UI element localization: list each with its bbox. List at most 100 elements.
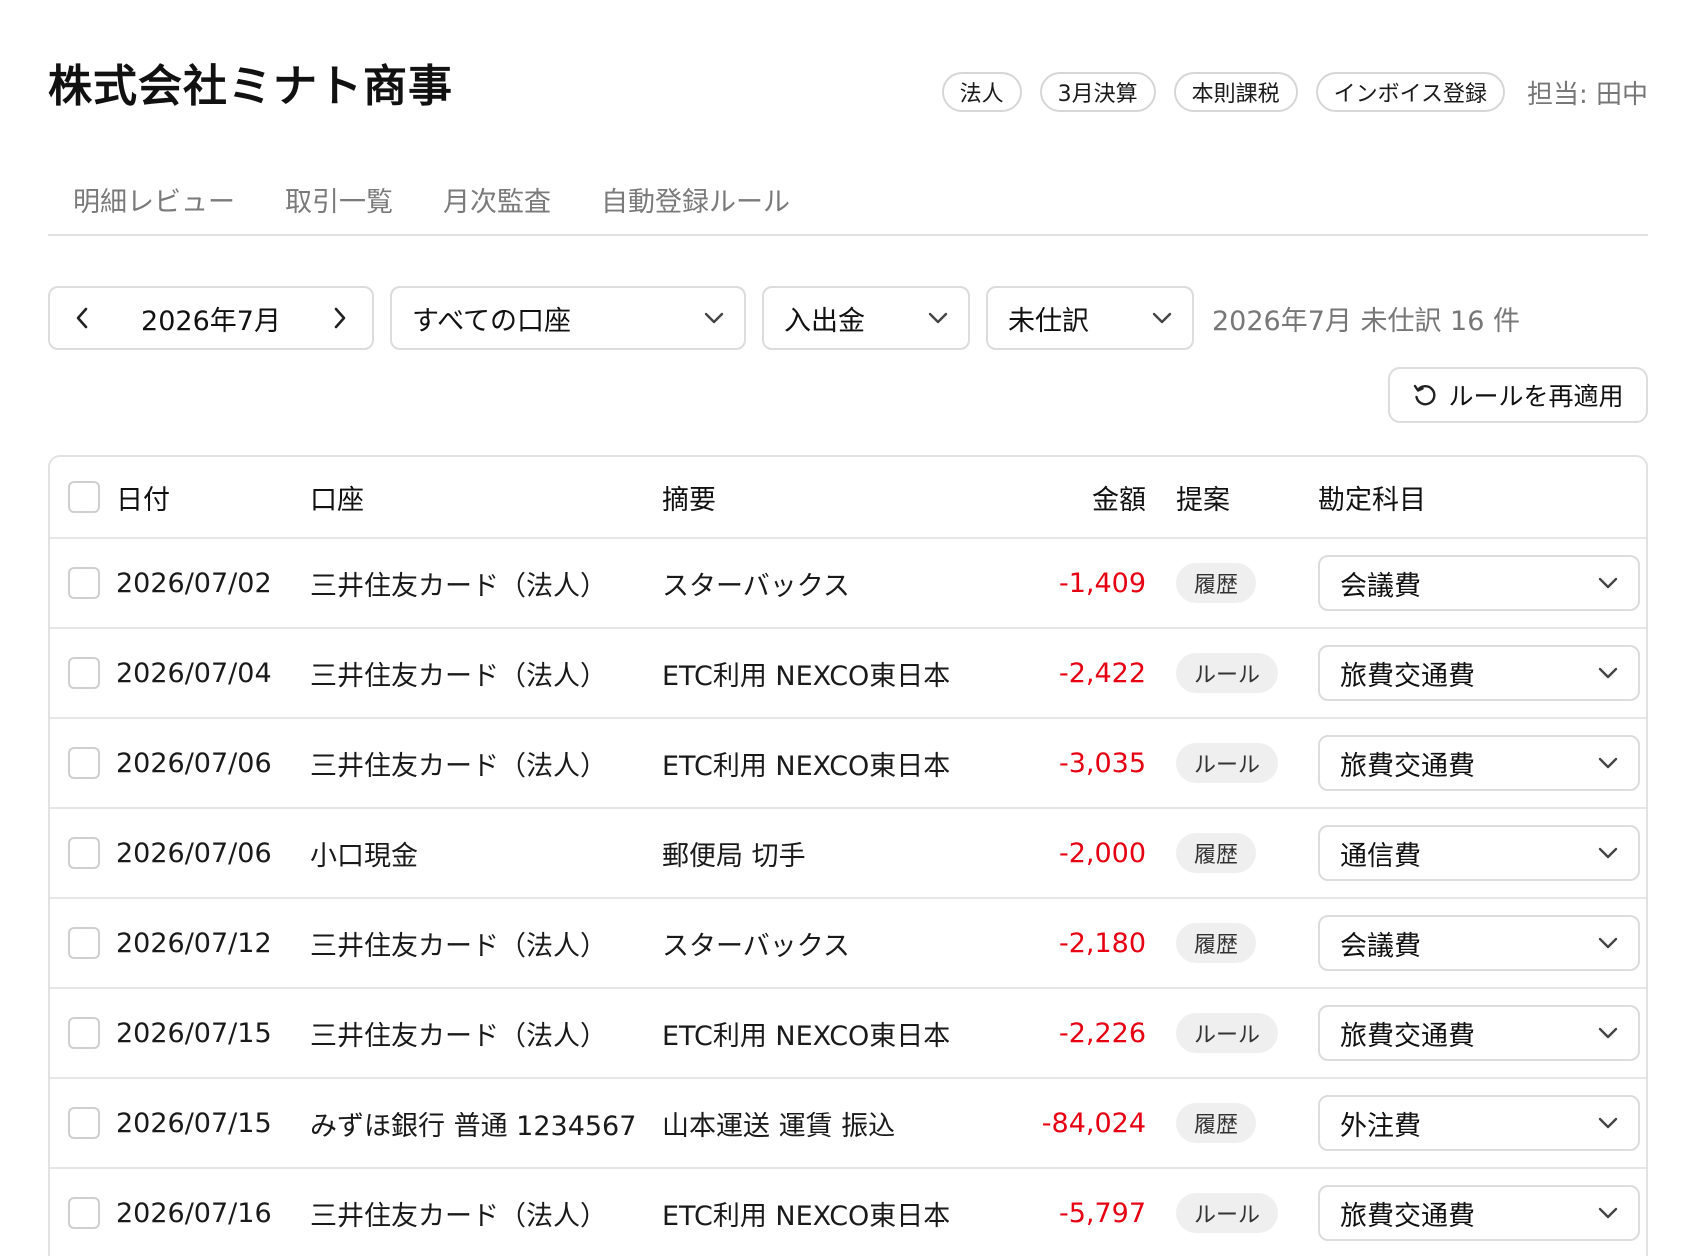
tab-statement-review[interactable]: 明細レビュー xyxy=(48,168,260,234)
row-date: 2026/07/04 xyxy=(116,657,272,689)
row-date: 2026/07/15 xyxy=(116,1017,272,1049)
row-checkbox[interactable] xyxy=(68,837,100,869)
category-select[interactable]: 旅費交通費 xyxy=(1318,735,1640,791)
tag-tax-method: 本則課税 xyxy=(1173,72,1298,112)
table-row: 2026/07/15 三井住友カード（法人） ETC利用 NEXCO東日本 -2… xyxy=(50,989,1646,1079)
row-description: ETC利用 NEXCO東日本 xyxy=(662,750,951,782)
category-value: 会議費 xyxy=(1340,930,1421,962)
category-select[interactable]: 外注費 xyxy=(1318,1095,1640,1151)
chevron-down-icon xyxy=(1598,667,1618,679)
status-select-value: 未仕訳 xyxy=(1008,305,1089,337)
row-amount: -2,422 xyxy=(1058,657,1146,689)
row-amount: -2,226 xyxy=(1058,1017,1146,1049)
select-all-checkbox[interactable] xyxy=(68,481,100,513)
tab-transactions[interactable]: 取引一覧 xyxy=(260,168,418,234)
row-amount: -5,797 xyxy=(1058,1197,1146,1229)
table-row: 2026/07/16 三井住友カード（法人） ETC利用 NEXCO東日本 -5… xyxy=(50,1169,1646,1256)
account-select[interactable]: すべての口座 xyxy=(390,286,746,350)
table-row: 2026/07/06 三井住友カード（法人） ETC利用 NEXCO東日本 -3… xyxy=(50,719,1646,809)
chevron-down-icon xyxy=(1598,1207,1618,1219)
month-label: 2026年7月 xyxy=(141,305,281,337)
month-navigator: 2026年7月 xyxy=(48,286,374,350)
row-description: ETC利用 NEXCO東日本 xyxy=(662,1200,951,1232)
table-row: 2026/07/06 小口現金 郵便局 切手 -2,000 履歴 通信費 xyxy=(50,809,1646,899)
category-value: 旅費交通費 xyxy=(1340,660,1475,692)
category-select[interactable]: 旅費交通費 xyxy=(1318,1185,1640,1241)
row-checkbox[interactable] xyxy=(68,1107,100,1139)
row-date: 2026/07/15 xyxy=(116,1107,272,1139)
category-value: 外注費 xyxy=(1340,1110,1421,1142)
header-description: 摘要 xyxy=(662,484,716,516)
row-description: 郵便局 切手 xyxy=(662,840,806,872)
row-account: 三井住友カード（法人） xyxy=(310,570,607,602)
category-select[interactable]: 会議費 xyxy=(1318,915,1640,971)
category-select[interactable]: 旅費交通費 xyxy=(1318,1005,1640,1061)
chevron-left-icon[interactable] xyxy=(68,304,96,332)
chevron-down-icon xyxy=(704,312,724,324)
tab-monthly-audit[interactable]: 月次監査 xyxy=(418,168,576,234)
row-date: 2026/07/12 xyxy=(116,927,272,959)
transactions-table: 日付 口座 摘要 金額 提案 勘定科目 2026/07/02 三井住友カード（法… xyxy=(48,455,1648,1256)
row-description: スターバックス xyxy=(662,930,850,962)
row-amount: -3,035 xyxy=(1058,747,1146,779)
suggestion-badge: ルール xyxy=(1176,653,1279,693)
row-checkbox[interactable] xyxy=(68,747,100,779)
filter-bar: 2026年7月 すべての口座 入出金 未仕訳 2026年7月 未仕訳 16 件 xyxy=(48,286,1520,350)
category-select[interactable]: 通信費 xyxy=(1318,825,1640,881)
page-title: 株式会社ミナト商事 xyxy=(48,61,453,112)
tab-auto-rules[interactable]: 自動登録ルール xyxy=(576,168,815,234)
header-meta: 法人 3月決算 本則課税 インボイス登録 担当: 田中 xyxy=(941,72,1648,112)
chevron-right-icon[interactable] xyxy=(326,304,354,332)
tag-entity-type: 法人 xyxy=(941,72,1022,112)
row-description: 山本運送 運賃 振込 xyxy=(662,1110,896,1142)
row-account: 三井住友カード（法人） xyxy=(310,930,607,962)
row-checkbox[interactable] xyxy=(68,1197,100,1229)
suggestion-badge: 履歴 xyxy=(1176,923,1257,963)
row-checkbox[interactable] xyxy=(68,1017,100,1049)
chevron-down-icon xyxy=(1598,577,1618,589)
row-description: スターバックス xyxy=(662,570,850,602)
row-checkbox[interactable] xyxy=(68,657,100,689)
status-select[interactable]: 未仕訳 xyxy=(986,286,1194,350)
header-suggestion: 提案 xyxy=(1176,484,1230,516)
chevron-down-icon xyxy=(1598,1027,1618,1039)
chevron-down-icon xyxy=(1598,937,1618,949)
suggestion-badge: ルール xyxy=(1176,1013,1279,1053)
row-account: 三井住友カード（法人） xyxy=(310,1020,607,1052)
tag-fiscal-month: 3月決算 xyxy=(1039,72,1156,112)
reapply-rules-button[interactable]: ルールを再適用 xyxy=(1388,367,1648,423)
row-amount: -84,024 xyxy=(1041,1107,1146,1139)
table-row: 2026/07/12 三井住友カード（法人） スターバックス -2,180 履歴… xyxy=(50,899,1646,989)
row-account: 三井住友カード（法人） xyxy=(310,1200,607,1232)
row-date: 2026/07/06 xyxy=(116,837,272,869)
chevron-down-icon xyxy=(1598,1117,1618,1129)
direction-select[interactable]: 入出金 xyxy=(762,286,970,350)
row-checkbox[interactable] xyxy=(68,567,100,599)
row-amount: -2,180 xyxy=(1058,927,1146,959)
row-amount: -1,409 xyxy=(1058,567,1146,599)
table-row: 2026/07/15 みずほ銀行 普通 1234567 山本運送 運賃 振込 -… xyxy=(50,1079,1646,1169)
tag-invoice: インボイス登録 xyxy=(1315,72,1505,112)
category-value: 通信費 xyxy=(1340,840,1421,872)
table-header: 日付 口座 摘要 金額 提案 勘定科目 xyxy=(50,457,1646,539)
result-summary: 2026年7月 未仕訳 16 件 xyxy=(1212,305,1520,337)
account-select-value: すべての口座 xyxy=(412,305,572,337)
category-value: 会議費 xyxy=(1340,570,1421,602)
row-date: 2026/07/02 xyxy=(116,567,272,599)
row-account: 三井住友カード（法人） xyxy=(310,750,607,782)
chevron-down-icon xyxy=(928,312,948,324)
row-description: ETC利用 NEXCO東日本 xyxy=(662,1020,951,1052)
row-checkbox[interactable] xyxy=(68,927,100,959)
category-select[interactable]: 旅費交通費 xyxy=(1318,645,1640,701)
header-account: 口座 xyxy=(310,484,364,516)
header-amount: 金額 xyxy=(1092,484,1146,516)
category-select[interactable]: 会議費 xyxy=(1318,555,1640,611)
refresh-icon xyxy=(1412,382,1438,408)
row-amount: -2,000 xyxy=(1058,837,1146,869)
row-date: 2026/07/16 xyxy=(116,1197,272,1229)
chevron-down-icon xyxy=(1598,847,1618,859)
suggestion-badge: 履歴 xyxy=(1176,563,1257,603)
direction-select-value: 入出金 xyxy=(784,305,865,337)
tab-bar: 明細レビュー 取引一覧 月次監査 自動登録ルール xyxy=(48,168,1648,236)
header-category: 勘定科目 xyxy=(1318,484,1426,516)
